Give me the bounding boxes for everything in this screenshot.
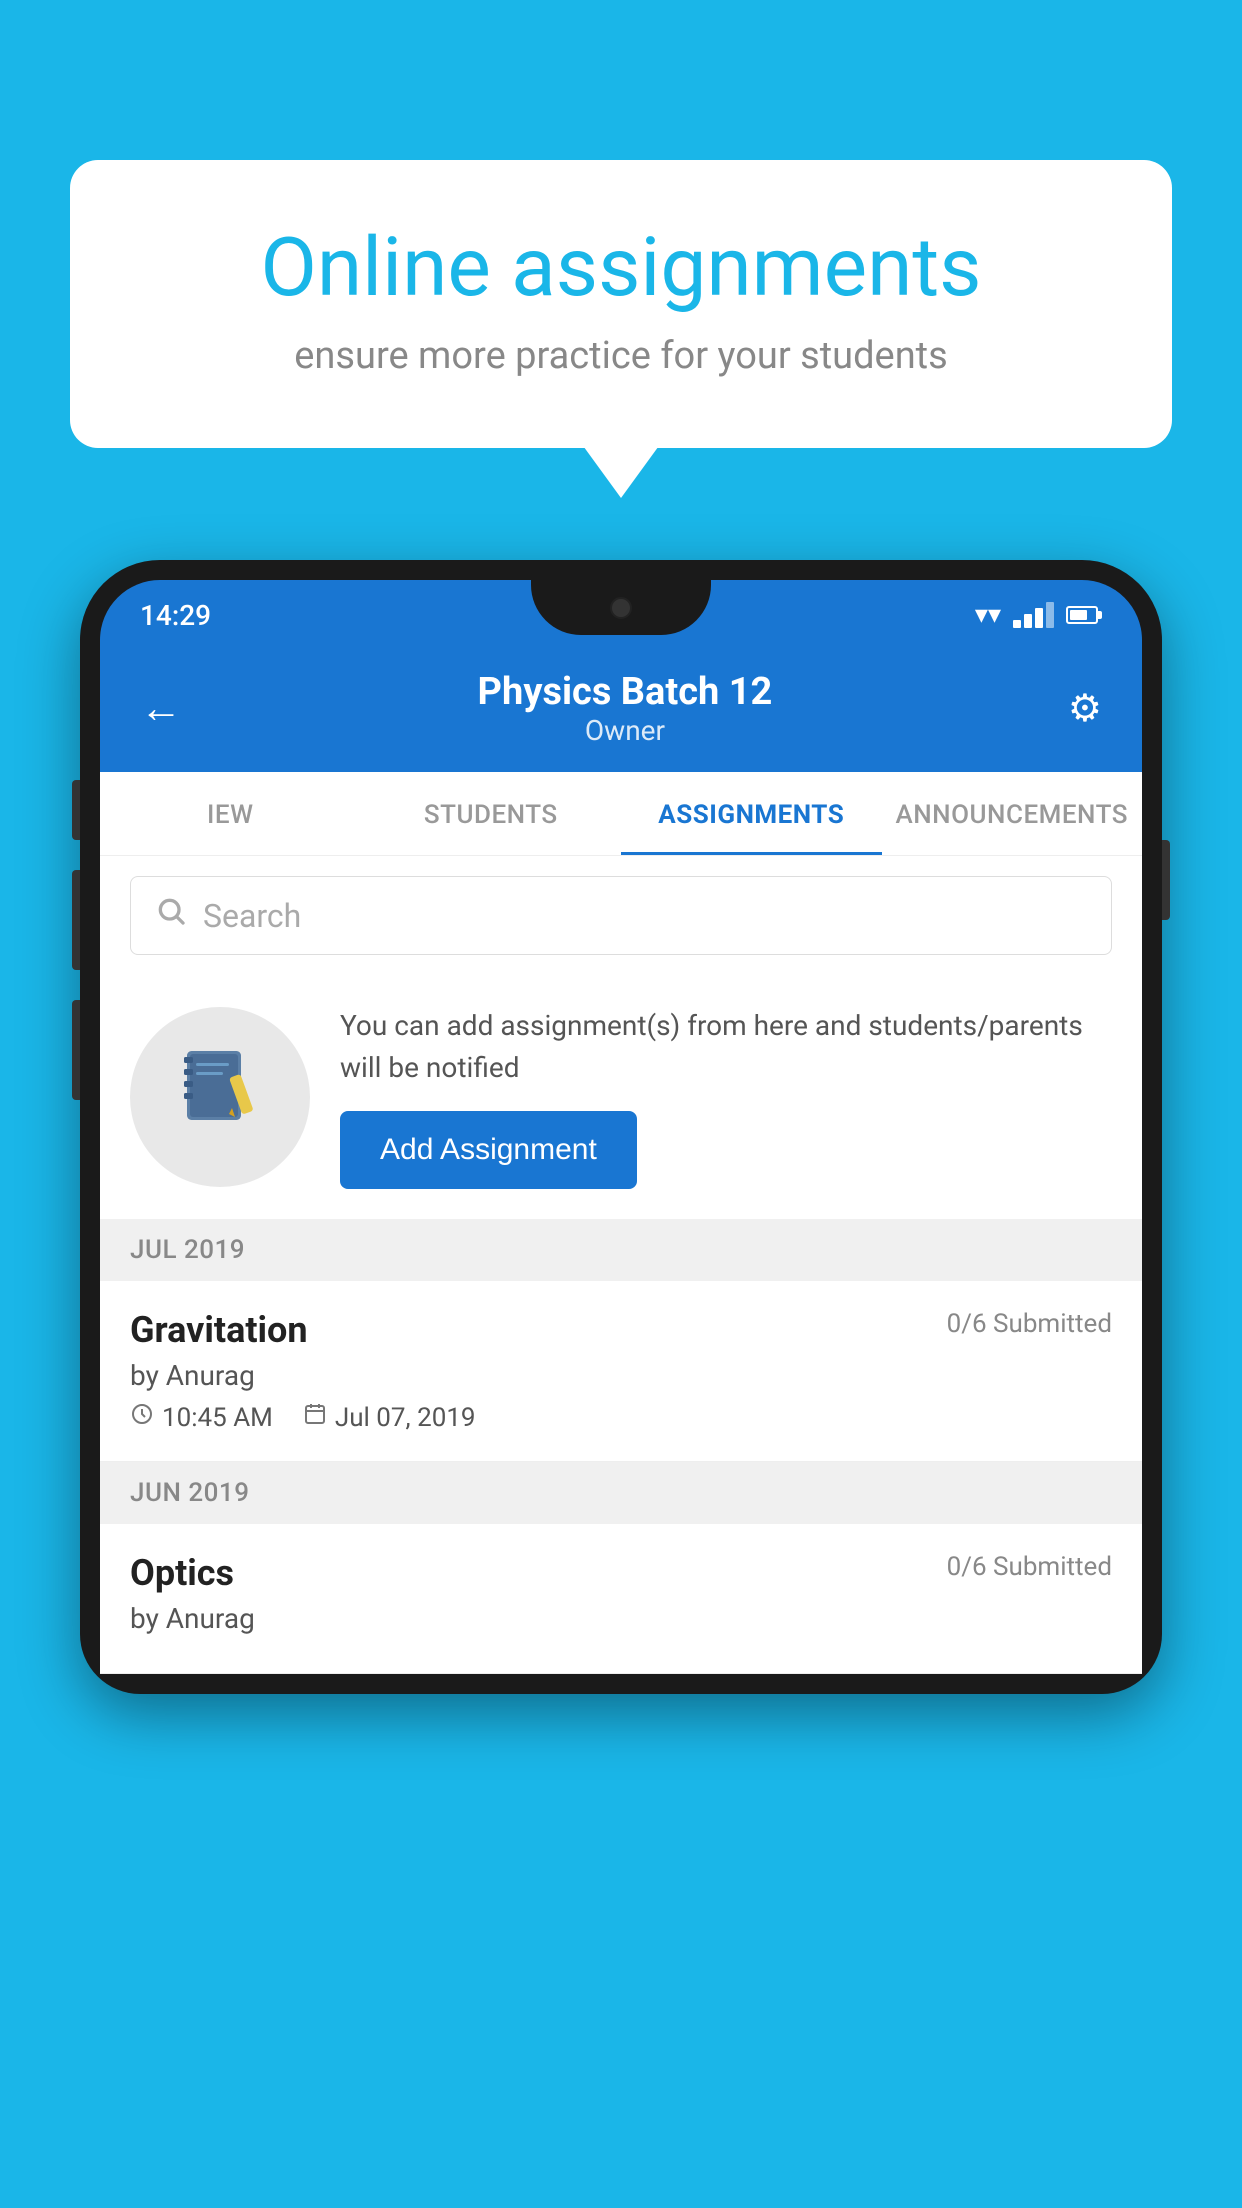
signal-bars — [1013, 602, 1054, 628]
phone-container: 14:29 ▾▾ — [80, 560, 1162, 2208]
phone: 14:29 ▾▾ — [80, 560, 1162, 1694]
assignment-optics-author: by Anurag — [130, 1602, 1112, 1635]
search-bar-container: Search — [100, 856, 1142, 975]
assignment-gravitation-meta: 10:45 AM Jul 07, 2019 — [130, 1402, 1112, 1433]
assignment-optics[interactable]: Optics 0/6 Submitted by Anurag — [100, 1524, 1142, 1674]
speech-bubble-title: Online assignments — [140, 220, 1102, 316]
promo-icon-circle — [130, 1007, 310, 1187]
tab-iew[interactable]: IEW — [100, 772, 361, 855]
signal-bar-1 — [1013, 620, 1021, 628]
search-input[interactable]: Search — [203, 897, 301, 935]
assignment-optics-submitted: 0/6 Submitted — [947, 1552, 1112, 1582]
add-assignment-button[interactable]: Add Assignment — [340, 1111, 637, 1189]
status-time: 14:29 — [140, 599, 211, 632]
speech-bubble-container: Online assignments ensure more practice … — [70, 160, 1172, 448]
assignment-gravitation-header: Gravitation 0/6 Submitted — [130, 1309, 1112, 1351]
assignment-optics-title: Optics — [130, 1552, 234, 1594]
header-subtitle: Owner — [478, 714, 773, 747]
search-bar[interactable]: Search — [130, 876, 1112, 955]
status-bar: 14:29 ▾▾ — [100, 580, 1142, 650]
header-title-area: Physics Batch 12 Owner — [478, 670, 773, 747]
phone-side-button-right — [1162, 840, 1170, 920]
assignment-gravitation-submitted: 0/6 Submitted — [947, 1309, 1112, 1339]
calendar-icon — [303, 1402, 327, 1433]
speech-bubble-subtitle: ensure more practice for your students — [140, 334, 1102, 378]
app-header: ← Physics Batch 12 Owner ⚙ — [100, 650, 1142, 772]
assignment-gravitation-title: Gravitation — [130, 1309, 308, 1351]
signal-bar-2 — [1024, 614, 1032, 628]
clock-icon — [130, 1402, 154, 1433]
assignment-gravitation[interactable]: Gravitation 0/6 Submitted by Anurag 10:4… — [100, 1281, 1142, 1462]
phone-side-button-left-2 — [72, 870, 80, 970]
header-title: Physics Batch 12 — [478, 670, 773, 714]
assignment-gravitation-author: by Anurag — [130, 1359, 1112, 1392]
battery-icon — [1066, 606, 1102, 624]
speech-bubble: Online assignments ensure more practice … — [70, 160, 1172, 448]
battery-body — [1066, 606, 1098, 624]
signal-bar-4 — [1046, 602, 1054, 628]
battery-fill — [1070, 610, 1087, 620]
phone-content: Search — [100, 856, 1142, 1674]
search-icon — [155, 895, 187, 936]
promo-section: You can add assignment(s) from here and … — [100, 975, 1142, 1219]
phone-side-button-left-1 — [72, 780, 80, 840]
assignment-optics-header: Optics 0/6 Submitted — [130, 1552, 1112, 1594]
promo-description: You can add assignment(s) from here and … — [340, 1005, 1112, 1089]
phone-camera — [610, 597, 632, 619]
phone-notch — [531, 580, 711, 635]
status-icons: ▾▾ — [975, 600, 1102, 630]
signal-bar-3 — [1035, 608, 1043, 628]
promo-text-area: You can add assignment(s) from here and … — [340, 1005, 1112, 1189]
section-jul-2019: JUL 2019 — [100, 1219, 1142, 1281]
assignment-gravitation-time: 10:45 AM — [130, 1402, 273, 1433]
wifi-icon: ▾▾ — [975, 600, 1001, 630]
settings-button[interactable]: ⚙ — [1068, 686, 1102, 731]
tab-assignments[interactable]: ASSIGNMENTS — [621, 772, 882, 855]
battery-tip — [1098, 611, 1102, 619]
notebook-icon — [175, 1042, 265, 1152]
tab-announcements[interactable]: ANNOUNCEMENTS — [882, 772, 1143, 855]
section-jul-label: JUL 2019 — [130, 1235, 245, 1265]
tab-students[interactable]: STUDENTS — [361, 772, 622, 855]
assignment-gravitation-date: Jul 07, 2019 — [303, 1402, 476, 1433]
phone-side-button-left-3 — [72, 1000, 80, 1100]
tabs-bar: IEW STUDENTS ASSIGNMENTS ANNOUNCEMENTS — [100, 772, 1142, 856]
section-jun-label: JUN 2019 — [130, 1478, 249, 1508]
section-jun-2019: JUN 2019 — [100, 1462, 1142, 1524]
back-button[interactable]: ← — [140, 684, 182, 733]
